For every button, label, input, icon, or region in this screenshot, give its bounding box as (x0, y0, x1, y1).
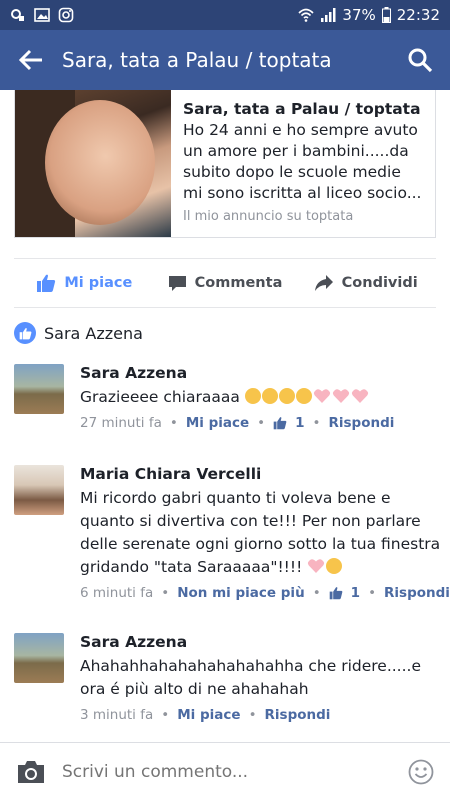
comment-reply-link[interactable]: Rispondi (328, 415, 394, 431)
card-source: Il mio annuncio su toptata (183, 209, 354, 224)
kiss-emoji (261, 388, 278, 404)
camera-icon (18, 760, 44, 783)
card-photo (15, 90, 171, 237)
pink-heart-emoji (308, 559, 325, 573)
action-bar: Mi piace Commenta Condividi (14, 258, 436, 308)
comment-icon (168, 275, 186, 291)
kiss-emoji (244, 388, 261, 404)
sticker-button[interactable] (392, 743, 450, 800)
comment-button[interactable]: Commenta (155, 274, 296, 293)
comment-unlike-link[interactable]: Non mi piace più (177, 585, 304, 601)
card-title: Sara, tata a Palau / toptata (183, 100, 421, 118)
like-button[interactable]: Mi piace (14, 273, 155, 293)
shared-link-card[interactable]: Sara, tata a Palau / toptata Ho 24 anni … (14, 90, 436, 238)
share-button[interactable]: Condividi (295, 274, 436, 292)
comment-author[interactable]: Maria Chiara Vercelli (80, 465, 450, 483)
heart-eyes-emoji (326, 558, 343, 574)
kiss-emoji (295, 388, 312, 404)
thumbs-up-icon (329, 587, 343, 600)
smiley-icon (408, 759, 434, 784)
search-icon (408, 48, 433, 73)
comment-meta: 6 minuti fa • Non mi piace più • 1 • Ris… (80, 585, 450, 601)
comment-author[interactable]: Sara Azzena (80, 633, 436, 651)
signal-icon (321, 8, 336, 22)
back-arrow-icon (19, 49, 42, 71)
thumbs-up-icon (273, 417, 287, 430)
avatar[interactable] (14, 465, 64, 515)
notification-icon (11, 9, 24, 21)
search-button[interactable] (390, 30, 450, 90)
comment-label: Commenta (194, 275, 283, 291)
page-title: Sara, tata a Palau / toptata (62, 48, 332, 72)
like-label: Mi piace (64, 275, 133, 291)
likers-row[interactable]: Sara Azzena (14, 320, 143, 346)
comment-like-count[interactable]: 1 (351, 585, 360, 601)
instagram-icon (58, 7, 74, 23)
pink-heart-emoji (313, 389, 331, 403)
thumbs-up-icon (37, 274, 56, 292)
back-button[interactable] (0, 30, 62, 90)
comment-reply-link[interactable]: Rispondi (384, 585, 450, 601)
comment-item: Maria Chiara Vercelli Mi ricordo gabri q… (14, 465, 450, 601)
comment-item: Sara Azzena Grazieeee chiaraaaa 27 minut… (14, 364, 436, 431)
share-label: Condividi (341, 275, 418, 291)
avatar[interactable] (14, 364, 64, 414)
status-bar: 37% 22:32 (0, 0, 450, 30)
like-badge-icon (14, 322, 36, 344)
comment-time: 3 minuti fa (80, 707, 154, 723)
share-icon (314, 275, 333, 291)
camera-button[interactable] (0, 743, 62, 800)
battery-percent: 37% (342, 6, 376, 24)
comment-composer (0, 742, 450, 800)
card-description: Ho 24 anni e ho sempre avuto un amore pe… (183, 121, 422, 202)
gallery-icon (34, 8, 50, 22)
comment-text: Ahahahhahahahahahahahha che ridere.....e… (80, 657, 421, 698)
avatar[interactable] (14, 633, 64, 683)
clock: 22:32 (396, 6, 440, 24)
comment-like-link[interactable]: Mi piace (186, 415, 249, 431)
comment-meta: 3 minuti fa • Mi piace • Rispondi (80, 707, 331, 723)
likers-names: Sara Azzena (44, 323, 143, 343)
comment-text: Mi ricordo gabri quanto ti voleva bene e… (80, 489, 441, 576)
pink-heart-emoji (332, 389, 350, 403)
app-bar: Sara, tata a Palau / toptata (0, 30, 450, 90)
pink-heart-emoji (351, 389, 369, 403)
battery-icon (381, 7, 391, 23)
comment-input[interactable] (62, 761, 392, 782)
kiss-emoji (278, 388, 295, 404)
comment-like-link[interactable]: Mi piace (177, 707, 240, 723)
comment-text: Grazieeee chiaraaaa (80, 386, 436, 409)
comment-time: 6 minuti fa (80, 585, 154, 601)
comment-meta: 27 minuti fa • Mi piace • 1 • Rispondi (80, 415, 395, 431)
comment-item: Sara Azzena Ahahahhahahahahahahahha che … (14, 633, 436, 723)
comment-like-count[interactable]: 1 (295, 415, 304, 431)
comment-author[interactable]: Sara Azzena (80, 364, 436, 382)
wifi-icon (298, 8, 314, 22)
comment-time: 27 minuti fa (80, 415, 162, 431)
comment-reply-link[interactable]: Rispondi (265, 707, 331, 723)
